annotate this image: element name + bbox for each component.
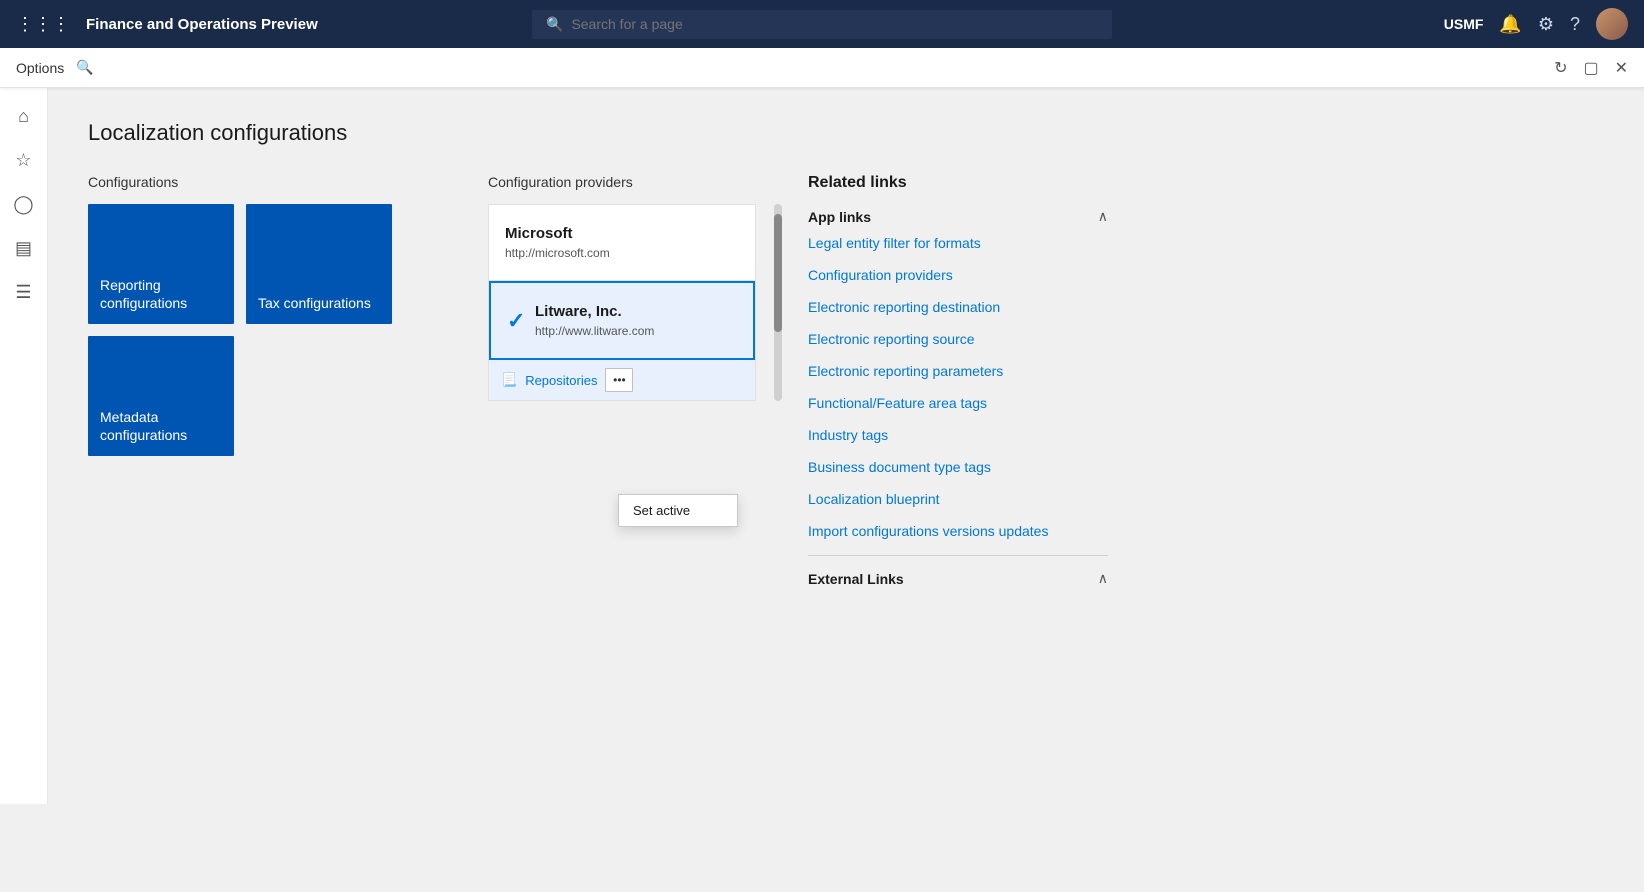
providers-scrollbar[interactable] [774,204,782,401]
scroll-thumb [774,214,782,332]
app-title: Finance and Operations Preview [86,16,318,33]
options-bar-actions: ↻ ▢ ✕ [1554,58,1628,78]
search-bar: 🔍 [532,10,1112,39]
configurations-section: Configurations Reporting configurations … [88,174,448,468]
left-sidebar: ⌂ ☆ ◯ ▤ ☰ [0,88,48,804]
repositories-link[interactable]: Repositories [525,373,597,388]
help-icon[interactable]: ? [1570,14,1580,35]
link-er-destination[interactable]: Electronic reporting destination [808,299,1108,315]
link-legal-entity[interactable]: Legal entity filter for formats [808,235,1108,251]
link-er-parameters[interactable]: Electronic reporting parameters [808,363,1108,379]
content-layout: Configurations Reporting configurations … [88,174,1604,597]
close-icon[interactable]: ✕ [1615,58,1628,78]
tiles-grid: Reporting configurations Tax configurati… [88,204,448,324]
main-content: Localization configurations Configuratio… [48,88,1644,804]
link-localization-blueprint[interactable]: Localization blueprint [808,491,1108,507]
search-icon: 🔍 [546,16,563,33]
link-industry-tags[interactable]: Industry tags [808,427,1108,443]
external-links-collapse-icon[interactable]: ∧ [1098,570,1108,587]
more-options-button[interactable]: ••• [605,368,633,392]
company-label: USMF [1444,16,1484,32]
avatar[interactable] [1596,8,1628,40]
minimize-icon[interactable]: ▢ [1583,58,1598,78]
settings-icon[interactable]: ⚙ [1538,14,1554,35]
top-navigation: ⋮⋮⋮ Finance and Operations Preview 🔍 USM… [0,0,1644,48]
link-import-configs[interactable]: Import configurations versions updates [808,523,1108,539]
provider-microsoft-url: http://microsoft.com [505,246,739,260]
options-search-icon[interactable]: 🔍 [76,59,93,76]
related-links-section: Related links App links ∧ Legal entity f… [808,174,1108,597]
links-divider [808,555,1108,556]
provider-actions: 📃 Repositories ••• [489,360,755,400]
grid-icon[interactable]: ⋮⋮⋮ [16,14,70,35]
external-links-header: External Links ∧ [808,570,1108,587]
provider-microsoft-name: Microsoft [505,225,739,242]
link-config-providers[interactable]: Configuration providers [808,267,1108,283]
dropdown-set-active[interactable]: Set active [619,495,737,526]
sidebar-workspaces[interactable]: ▤ [4,228,44,268]
provider-litware[interactable]: ✓ Litware, Inc. http://www.litware.com [489,281,755,360]
provider-litware-url: http://www.litware.com [535,324,737,338]
app-links-collapse-icon[interactable]: ∧ [1098,208,1108,225]
tile-metadata[interactable]: Metadata configurations [88,336,234,456]
provider-litware-name: Litware, Inc. [535,303,737,320]
notification-icon[interactable]: 🔔 [1499,14,1521,35]
options-bar: Options 🔍 ↻ ▢ ✕ [0,48,1644,88]
link-functional-tags[interactable]: Functional/Feature area tags [808,395,1108,411]
external-links-label: External Links [808,571,904,587]
active-check-icon: ✓ [507,308,525,334]
providers-section: Configuration providers Microsoft http:/… [488,174,768,401]
provider-microsoft[interactable]: Microsoft http://microsoft.com [489,205,755,281]
search-input[interactable] [571,16,1098,32]
top-nav-right: USMF 🔔 ⚙ ? [1444,8,1628,40]
tile-tax[interactable]: Tax configurations [246,204,392,324]
app-links-label: App links [808,209,871,225]
providers-label: Configuration providers [488,174,768,190]
configurations-label: Configurations [88,174,448,190]
app-links-header: App links ∧ [808,208,1108,225]
link-er-source[interactable]: Electronic reporting source [808,331,1108,347]
repositories-icon: 📃 [501,372,517,388]
page-title: Localization configurations [88,120,1604,146]
dropdown-menu: Set active [618,494,738,527]
tile-reporting[interactable]: Reporting configurations [88,204,234,324]
sidebar-favorites[interactable]: ☆ [4,140,44,180]
options-label: Options [16,60,64,76]
refresh-icon[interactable]: ↻ [1554,58,1567,78]
providers-container: Microsoft http://microsoft.com ✓ Litware… [488,204,756,401]
sidebar-modules[interactable]: ☰ [4,272,44,312]
sidebar-recent[interactable]: ◯ [4,184,44,224]
related-links-title: Related links [808,174,1108,192]
tiles-grid-2: Metadata configurations [88,336,448,456]
link-business-doc-tags[interactable]: Business document type tags [808,459,1108,475]
sidebar-home[interactable]: ⌂ [4,96,44,136]
